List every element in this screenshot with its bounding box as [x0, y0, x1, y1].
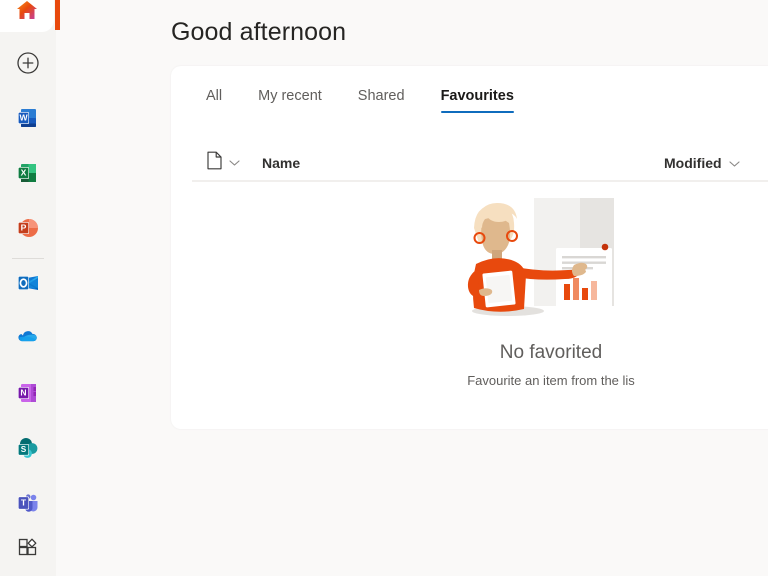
powerpoint-icon: P — [15, 215, 41, 246]
excel-icon: X — [15, 160, 41, 191]
sharepoint-icon: S — [15, 435, 41, 466]
rail-item-all-apps[interactable] — [6, 532, 50, 566]
rail-item-outlook[interactable] — [6, 268, 50, 302]
rail-item-home[interactable] — [0, 0, 54, 32]
column-header-divider — [192, 180, 768, 182]
home-icon — [15, 0, 39, 27]
app-rail: W X P N S T — [0, 0, 60, 576]
rail-item-word[interactable]: W — [6, 103, 50, 137]
word-icon: W — [15, 105, 41, 136]
column-header-name[interactable]: Name — [262, 155, 300, 171]
svg-text:W: W — [19, 112, 28, 122]
rail-item-powerpoint[interactable]: P — [6, 213, 50, 247]
empty-state-title: No favorited — [499, 342, 603, 363]
content-card: All My recent Shared Favourites Name Mod… — [171, 66, 768, 429]
column-header-modified-label: Modified — [664, 155, 722, 171]
chevron-down-icon — [229, 154, 240, 172]
person-presenting-chart-illustration — [446, 194, 656, 324]
rail-item-teams[interactable]: T — [6, 488, 50, 522]
tab-shared[interactable]: Shared — [340, 88, 423, 113]
column-header-filetype[interactable] — [194, 151, 240, 175]
column-header-row: Name Modified — [194, 146, 768, 180]
rail-item-sharepoint[interactable]: S — [6, 433, 50, 467]
svg-text:N: N — [20, 387, 26, 397]
onedrive-icon — [14, 324, 42, 357]
svg-text:S: S — [21, 445, 27, 454]
page-title: Good afternoon — [171, 18, 347, 46]
empty-state-subtitle: Favourite an item from the lis — [467, 373, 635, 388]
rail-item-onedrive[interactable] — [6, 323, 50, 357]
empty-state: No favorited Favourite an item from the … — [171, 194, 768, 388]
chevron-down-icon — [728, 155, 740, 171]
svg-text:X: X — [21, 167, 27, 177]
main-content: Good afternoon All My recent Shared Favo… — [56, 0, 768, 576]
tab-favourites[interactable]: Favourites — [423, 88, 532, 113]
rail-divider — [12, 258, 44, 259]
document-icon — [206, 151, 223, 175]
rail-item-excel[interactable]: X — [6, 158, 50, 192]
onenote-icon: N — [15, 380, 41, 411]
outlook-icon — [15, 270, 41, 301]
m365-home-page: W X P N S T Good afternoon All My recent… — [0, 0, 768, 576]
svg-text:T: T — [21, 497, 27, 507]
column-header-modified[interactable]: Modified — [664, 155, 740, 171]
svg-text:P: P — [21, 222, 27, 232]
tab-bar: All My recent Shared Favourites — [194, 88, 532, 113]
tab-my-recent[interactable]: My recent — [240, 88, 340, 113]
rail-item-create[interactable] — [6, 48, 50, 82]
rail-item-onenote[interactable]: N — [6, 378, 50, 412]
teams-icon: T — [15, 490, 41, 521]
apps-grid-icon — [16, 535, 40, 564]
tab-all[interactable]: All — [194, 88, 240, 113]
plus-circle-icon — [16, 51, 40, 80]
